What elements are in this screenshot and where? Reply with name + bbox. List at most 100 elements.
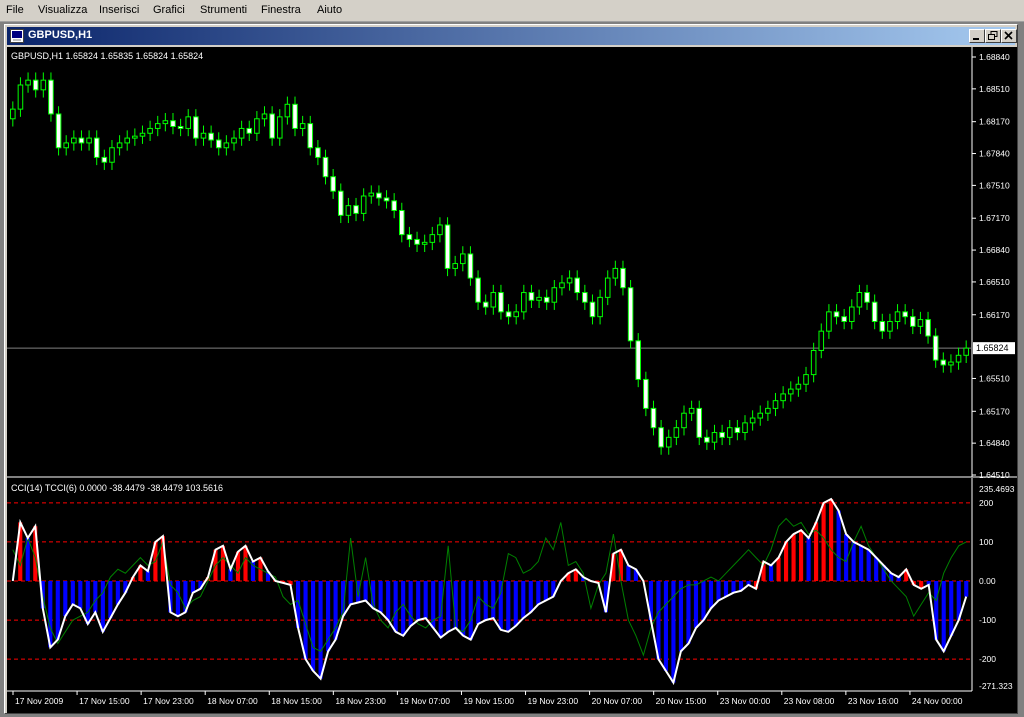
candle-body bbox=[551, 287, 558, 303]
time-tick-label: 18 Nov 23:00 bbox=[335, 696, 386, 706]
time-tick-label: 17 Nov 15:00 bbox=[79, 696, 130, 706]
candle-body bbox=[360, 195, 367, 214]
price-tick-label: 1.64510 bbox=[979, 470, 1010, 480]
candle-body bbox=[658, 427, 664, 448]
candle-body bbox=[482, 301, 489, 308]
candle-body bbox=[490, 292, 497, 308]
candle-body bbox=[414, 238, 420, 245]
candle-body bbox=[582, 292, 588, 303]
candle-body bbox=[460, 253, 466, 265]
candle-body bbox=[48, 79, 54, 115]
candle-body bbox=[475, 277, 481, 303]
time-tick-label: 20 Nov 15:00 bbox=[656, 696, 707, 706]
candles bbox=[10, 72, 969, 455]
indicator-tick-label: 0.00 bbox=[979, 576, 996, 586]
candle-body bbox=[437, 224, 443, 236]
candle-body bbox=[307, 123, 314, 149]
time-tick-label: 17 Nov 2009 bbox=[15, 696, 63, 706]
candle-body bbox=[383, 197, 390, 202]
indicator-tick-label: -200 bbox=[979, 654, 996, 664]
indicator-tick-label: 235.4693 bbox=[979, 484, 1015, 494]
candle-body bbox=[833, 311, 840, 318]
candle-body bbox=[673, 427, 680, 438]
menu-window[interactable]: Finestra bbox=[261, 4, 301, 16]
candle-body bbox=[406, 234, 413, 240]
price-panel: 1.68840 1.68510 1.68170 1.67840 1.67510 1.671… bbox=[7, 47, 1017, 480]
menu-help[interactable]: Aiuto bbox=[317, 4, 342, 16]
candle-body bbox=[86, 137, 92, 144]
candle-body bbox=[238, 127, 245, 139]
candle-body bbox=[391, 200, 397, 211]
time-tick-label: 23 Nov 00:00 bbox=[720, 696, 771, 706]
menu-insert[interactable]: Inserisci bbox=[99, 4, 139, 16]
candle-body bbox=[223, 142, 230, 149]
candle-body bbox=[704, 436, 710, 443]
candle-body bbox=[963, 347, 969, 356]
candle-body bbox=[871, 301, 878, 323]
restore-button[interactable] bbox=[985, 29, 1001, 43]
chart-canvas[interactable]: 1.68840 1.68510 1.68170 1.67840 1.67510 1.671… bbox=[7, 47, 1017, 713]
candle-body bbox=[818, 330, 825, 351]
time-tick-label: 24 Nov 00:00 bbox=[912, 696, 963, 706]
candle-body bbox=[734, 427, 741, 434]
indicator-tick-label: -271.323 bbox=[979, 681, 1013, 691]
candle-body bbox=[63, 142, 69, 149]
candle-body bbox=[345, 205, 352, 216]
candle-body bbox=[521, 292, 527, 313]
candle-body bbox=[566, 277, 573, 284]
chart-window[interactable]: GBPUSD,H1 1.68840 1.68510 1.68170 1.67840 bbox=[4, 24, 1018, 714]
candle-body bbox=[749, 417, 756, 424]
candle-body bbox=[154, 123, 161, 129]
candle-body bbox=[399, 209, 405, 236]
candle-body bbox=[711, 432, 718, 443]
candle-body bbox=[299, 123, 306, 129]
minimize-button[interactable] bbox=[969, 29, 985, 43]
menu-charts[interactable]: Grafici bbox=[153, 4, 185, 16]
menu-file[interactable]: File bbox=[6, 4, 24, 16]
symbol-label: GBPUSD,H1 1.65824 1.65835 1.65824 1.6582… bbox=[11, 51, 203, 61]
candle-body bbox=[841, 316, 847, 323]
candle-body bbox=[368, 192, 375, 197]
candle-body bbox=[627, 287, 634, 342]
time-tick-label: 19 Nov 07:00 bbox=[399, 696, 450, 706]
close-icon bbox=[1004, 31, 1013, 40]
candle-body bbox=[215, 139, 222, 149]
candle-body bbox=[650, 407, 657, 429]
time-tick-label: 17 Nov 23:00 bbox=[143, 696, 194, 706]
candle-body bbox=[826, 311, 832, 332]
candle-body bbox=[40, 79, 47, 91]
candle-body bbox=[887, 321, 893, 332]
candle-body bbox=[32, 79, 39, 91]
candle-body bbox=[444, 224, 451, 269]
candle-body bbox=[940, 359, 947, 366]
candle-body bbox=[543, 296, 550, 303]
candle-body bbox=[421, 241, 428, 245]
candle-body bbox=[612, 267, 619, 279]
candle-body bbox=[604, 277, 611, 298]
candle-body bbox=[780, 393, 786, 402]
price-tick-label: 1.66840 bbox=[979, 245, 1010, 255]
candle-body bbox=[719, 432, 725, 438]
candle-body bbox=[513, 311, 519, 318]
candle-body bbox=[910, 316, 916, 327]
candle-body bbox=[795, 383, 802, 390]
candle-body bbox=[132, 135, 138, 139]
indicator-panel: 235.4693 200 100 0.00 -100 -200 -271.323 CCI(1… bbox=[7, 478, 1015, 691]
menu-view[interactable]: Visualizza bbox=[38, 4, 87, 16]
candle-body bbox=[71, 137, 77, 144]
window-titlebar[interactable]: GBPUSD,H1 bbox=[7, 27, 1017, 45]
candle-body bbox=[17, 84, 24, 110]
candle-body bbox=[124, 137, 131, 144]
candle-body bbox=[803, 374, 809, 385]
menu-tools[interactable]: Strumenti bbox=[200, 4, 247, 16]
candle-body bbox=[665, 436, 672, 448]
candle-body bbox=[231, 137, 237, 144]
candle-body bbox=[315, 147, 321, 158]
close-button[interactable] bbox=[1001, 29, 1017, 43]
price-tick-label: 1.65170 bbox=[979, 406, 1010, 416]
candle-body bbox=[200, 132, 207, 139]
menu-bar: File Visualizza Inserisci Grafici Strume… bbox=[0, 0, 1024, 22]
candle-body bbox=[25, 79, 31, 86]
candle-body bbox=[765, 407, 771, 414]
candle-body bbox=[635, 340, 642, 380]
